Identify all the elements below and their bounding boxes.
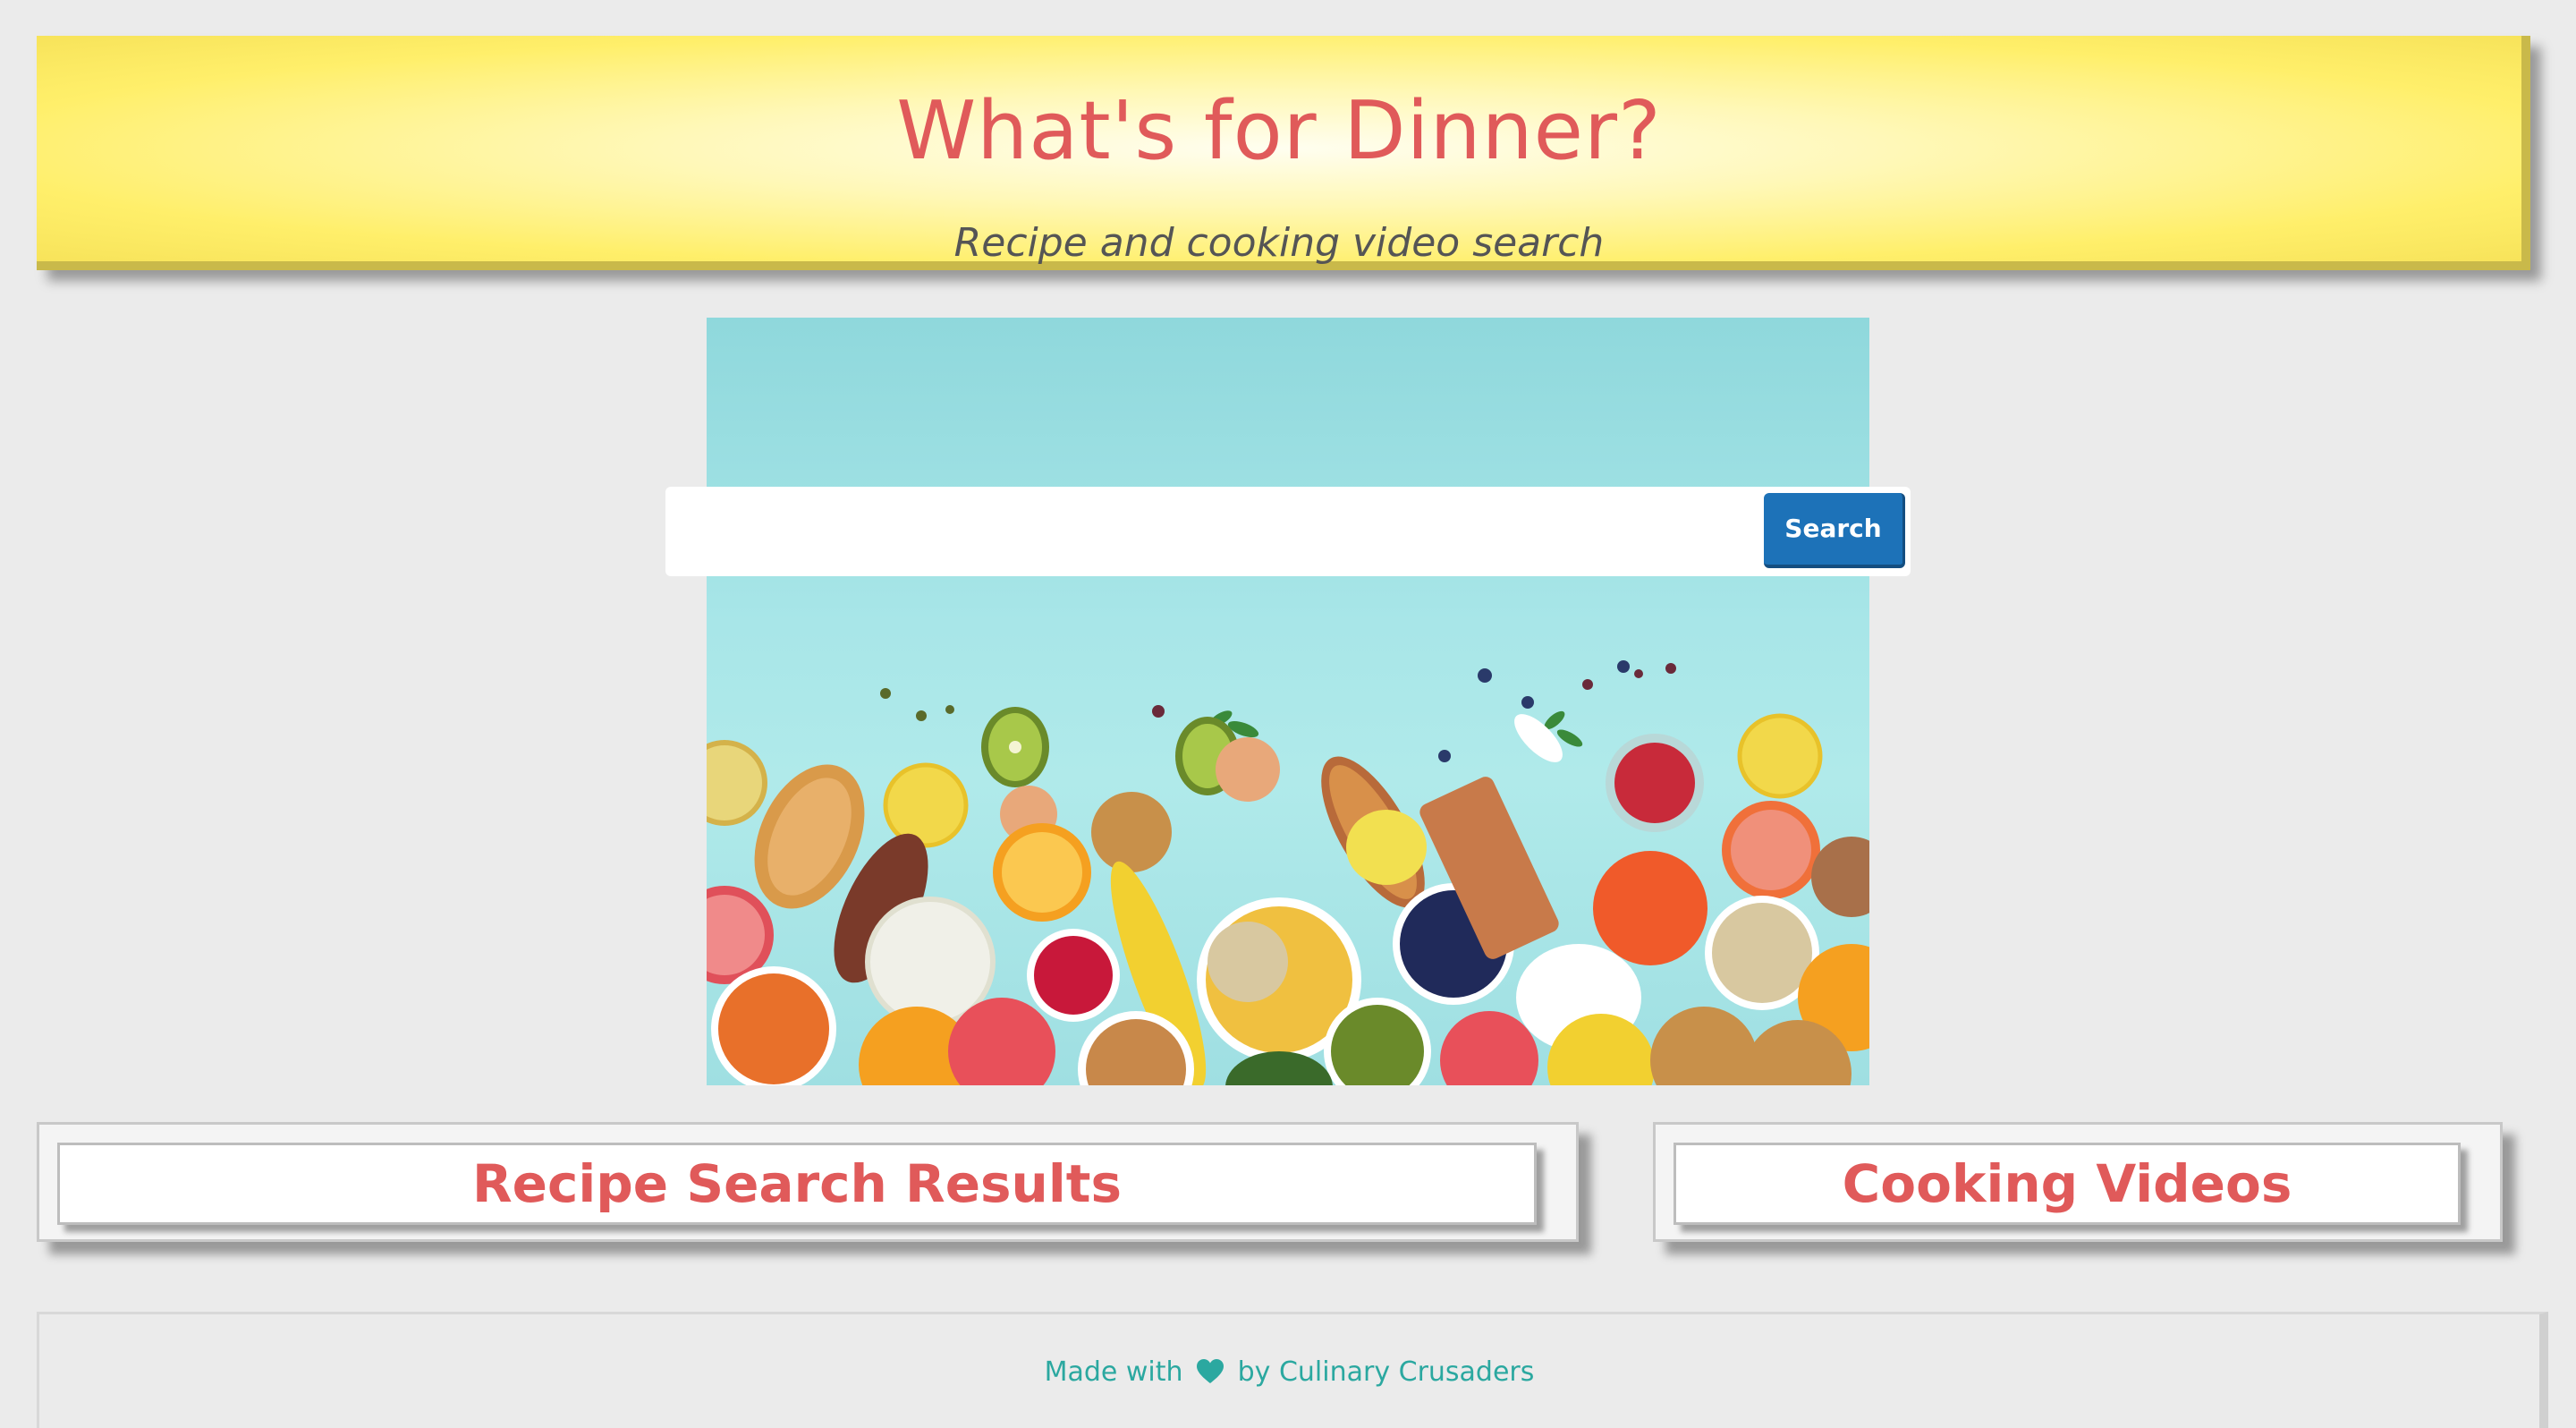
search-input[interactable] (676, 497, 1750, 565)
footer: Made with by Culinary Crusaders (37, 1312, 2548, 1428)
footer-made-with: Made with (1044, 1356, 1183, 1388)
header-banner: What's for Dinner? Recipe and cooking vi… (37, 36, 2530, 270)
cooking-videos-title: Cooking Videos (1842, 1153, 2292, 1214)
page: What's for Dinner? Recipe and cooking vi… (0, 0, 2576, 1428)
hero-food-image (707, 318, 1869, 1085)
recipe-results-title: Recipe Search Results (472, 1153, 1122, 1214)
page-title: What's for Dinner? (896, 84, 1662, 178)
footer-author: by Culinary Crusaders (1237, 1356, 1535, 1388)
bowls-arrangement (707, 777, 1869, 1085)
cooking-videos-panel: Cooking Videos (1653, 1122, 2503, 1242)
heart-icon (1197, 1359, 1224, 1390)
cooking-videos-header: Cooking Videos (1674, 1143, 2461, 1225)
page-subtitle: Recipe and cooking video search (953, 220, 1605, 266)
recipe-results-panel: Recipe Search Results (37, 1122, 1579, 1242)
food-illustration (707, 660, 1869, 1085)
search-button[interactable]: Search (1764, 493, 1905, 568)
footer-credit: Made with by Culinary Crusaders (39, 1359, 2539, 1390)
recipe-results-header: Recipe Search Results (57, 1143, 1537, 1225)
search-bar: Search (665, 487, 1911, 576)
